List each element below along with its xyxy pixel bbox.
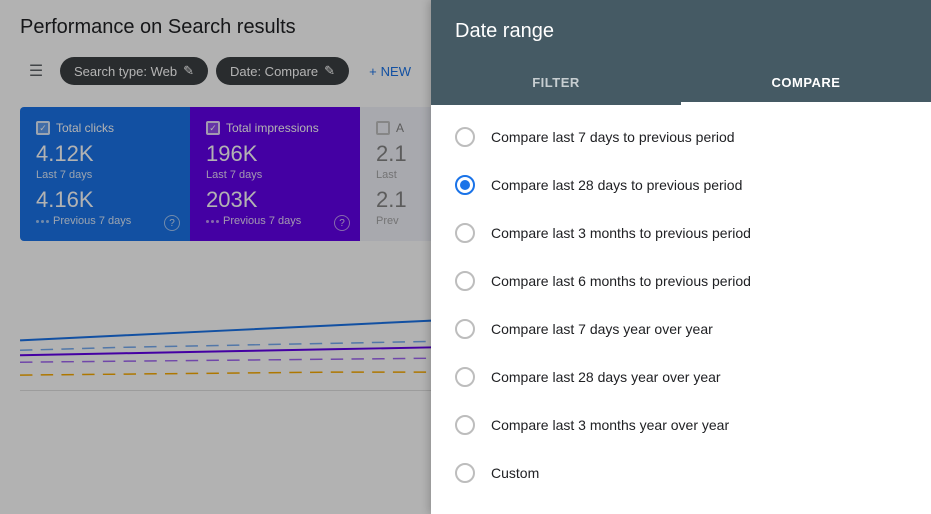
modal-body: Compare last 7 days to previous period C… <box>431 105 931 514</box>
radio-option-5[interactable]: Compare last 7 days year over year <box>431 305 931 353</box>
radio-circle-4 <box>455 271 475 291</box>
radio-label-2: Compare last 28 days to previous period <box>491 177 742 193</box>
radio-option-4[interactable]: Compare last 6 months to previous period <box>431 257 931 305</box>
radio-label-5: Compare last 7 days year over year <box>491 321 713 337</box>
tab-filter[interactable]: FILTER <box>431 63 681 105</box>
radio-label-3: Compare last 3 months to previous period <box>491 225 751 241</box>
radio-label-8: Custom <box>491 465 539 481</box>
radio-circle-1 <box>455 127 475 147</box>
tab-filter-label: FILTER <box>532 75 580 90</box>
modal-header: Date range <box>431 0 931 63</box>
radio-circle-2 <box>455 175 475 195</box>
radio-label-7: Compare last 3 months year over year <box>491 417 729 433</box>
tab-compare[interactable]: COMPARE <box>681 63 931 105</box>
radio-option-7[interactable]: Compare last 3 months year over year <box>431 401 931 449</box>
radio-circle-6 <box>455 367 475 387</box>
radio-label-4: Compare last 6 months to previous period <box>491 273 751 289</box>
radio-circle-5 <box>455 319 475 339</box>
radio-circle-3 <box>455 223 475 243</box>
radio-circle-8 <box>455 463 475 483</box>
radio-option-1[interactable]: Compare last 7 days to previous period <box>431 113 931 161</box>
modal-title: Date range <box>455 20 907 43</box>
radio-option-2[interactable]: Compare last 28 days to previous period <box>431 161 931 209</box>
modal-tabs: FILTER COMPARE <box>431 63 931 105</box>
date-range-modal: Date range FILTER COMPARE Compare last 7… <box>431 0 931 514</box>
radio-option-6[interactable]: Compare last 28 days year over year <box>431 353 931 401</box>
tab-compare-label: COMPARE <box>772 75 841 90</box>
radio-label-1: Compare last 7 days to previous period <box>491 129 735 145</box>
radio-option-8[interactable]: Custom <box>431 449 931 497</box>
radio-circle-7 <box>455 415 475 435</box>
radio-option-3[interactable]: Compare last 3 months to previous period <box>431 209 931 257</box>
radio-label-6: Compare last 28 days year over year <box>491 369 721 385</box>
